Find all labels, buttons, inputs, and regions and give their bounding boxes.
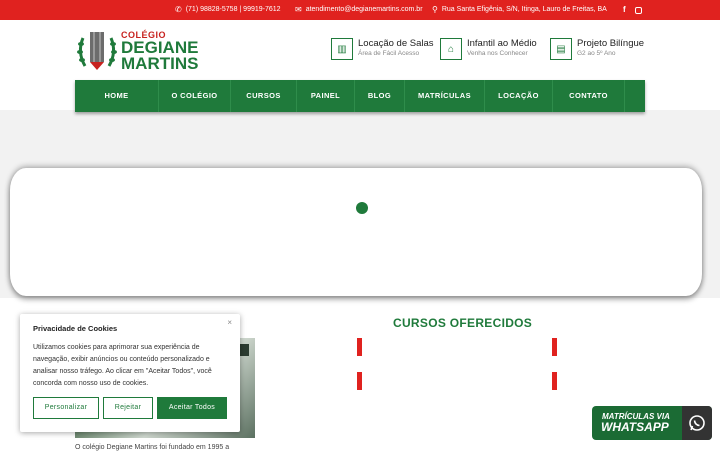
nav-item-cursos[interactable]: CURSOS [231,80,297,112]
envelope-icon: ✉ [295,5,302,14]
course-item-marker [552,372,557,390]
nav-item-painel[interactable]: PAINEL [297,80,355,112]
main-nav: HOME O COLÉGIO CURSOS PAINEL BLOG MATRÍC… [75,80,645,112]
top-contact-bar: ✆ (71) 98828-5758 | 99919-7612 ✉ atendim… [0,0,720,20]
feature-subtitle: G2 ao 5º Ano [577,50,616,57]
hero-slider[interactable] [10,168,702,296]
email-contact[interactable]: ✉ atendimento@degianemartins.com.br [295,0,423,20]
close-icon[interactable]: × [227,318,232,327]
customize-button[interactable]: Personalizar [33,397,99,419]
map-marker-icon: ⚲ [432,5,438,14]
logo-line-2: MARTINS [121,54,199,73]
feature-title: Projeto Bilíngue [577,38,645,49]
cookie-banner: Privacidade de Cookies × Utilizamos cook… [20,314,240,432]
nav-item-blog[interactable]: BLOG [355,80,405,112]
feature-infantil[interactable]: ⌂ Infantil ao Médio Venha nos Conhecer [440,38,537,62]
address-text: Rua Santa Efigênia, S/N, Itinga, Lauro d… [441,6,607,13]
cookie-title: Privacidade de Cookies [33,324,118,333]
course-item-marker [357,338,362,356]
whatsapp-line-2: WHATSAPP [601,420,669,434]
course-item-marker [552,338,557,356]
nav-item-matriculas[interactable]: MATRÍCULAS [405,80,485,112]
feature-locacao[interactable]: ▥ Locação de Salas Área de Fácil Acesso [331,38,434,62]
cookie-body: Utilizamos cookies para aprimorar sua ex… [33,344,212,387]
feature-bilingue[interactable]: ▤ Projeto Bilíngue G2 ao 5º Ano [550,38,644,62]
feature-title: Locação de Salas [358,38,434,49]
facebook-link[interactable]: f [623,0,626,20]
section-title-cursos: CURSOS OFERECIDOS [393,316,533,330]
phone-icon: ✆ [175,5,182,14]
phone-contact[interactable]: ✆ (71) 98828-5758 | 99919-7612 [175,0,281,20]
feature-title: Infantil ao Médio [467,38,537,49]
instagram-link[interactable] [635,0,642,20]
feature-subtitle: Área de Fácil Acesso [358,50,420,57]
building-icon: ▥ [331,38,353,60]
home-icon: ⌂ [440,38,462,60]
email-text: atendimento@degianemartins.com.br [305,6,423,13]
book-icon: ▤ [550,38,572,60]
address-contact[interactable]: ⚲ Rua Santa Efigênia, S/N, Itinga, Lauro… [432,0,607,20]
feature-subtitle: Venha nos Conhecer [467,50,528,57]
slider-loading-dot [356,202,368,214]
course-item-marker [357,372,362,390]
facebook-icon: f [623,5,626,14]
phone-text: (71) 98828-5758 | 99919-7612 [185,6,281,13]
nav-item-locacao[interactable]: LOCAÇÃO [485,80,553,112]
whatsapp-icon [682,406,712,440]
nav-item-contato[interactable]: CONTATO [553,80,625,112]
nav-item-home[interactable]: HOME [75,80,159,112]
laurel-pencil-icon [77,32,117,70]
accept-all-button[interactable]: Aceitar Todos [157,397,227,419]
site-logo[interactable]: COLÉGIO DEGIANE MARTINS [75,30,205,72]
whatsapp-button[interactable]: MATRÍCULAS VIA WHATSAPP [592,406,712,440]
instagram-icon [635,6,642,14]
reject-button[interactable]: Rejeitar [103,397,153,419]
nav-item-o-colegio[interactable]: O COLÉGIO [159,80,231,112]
